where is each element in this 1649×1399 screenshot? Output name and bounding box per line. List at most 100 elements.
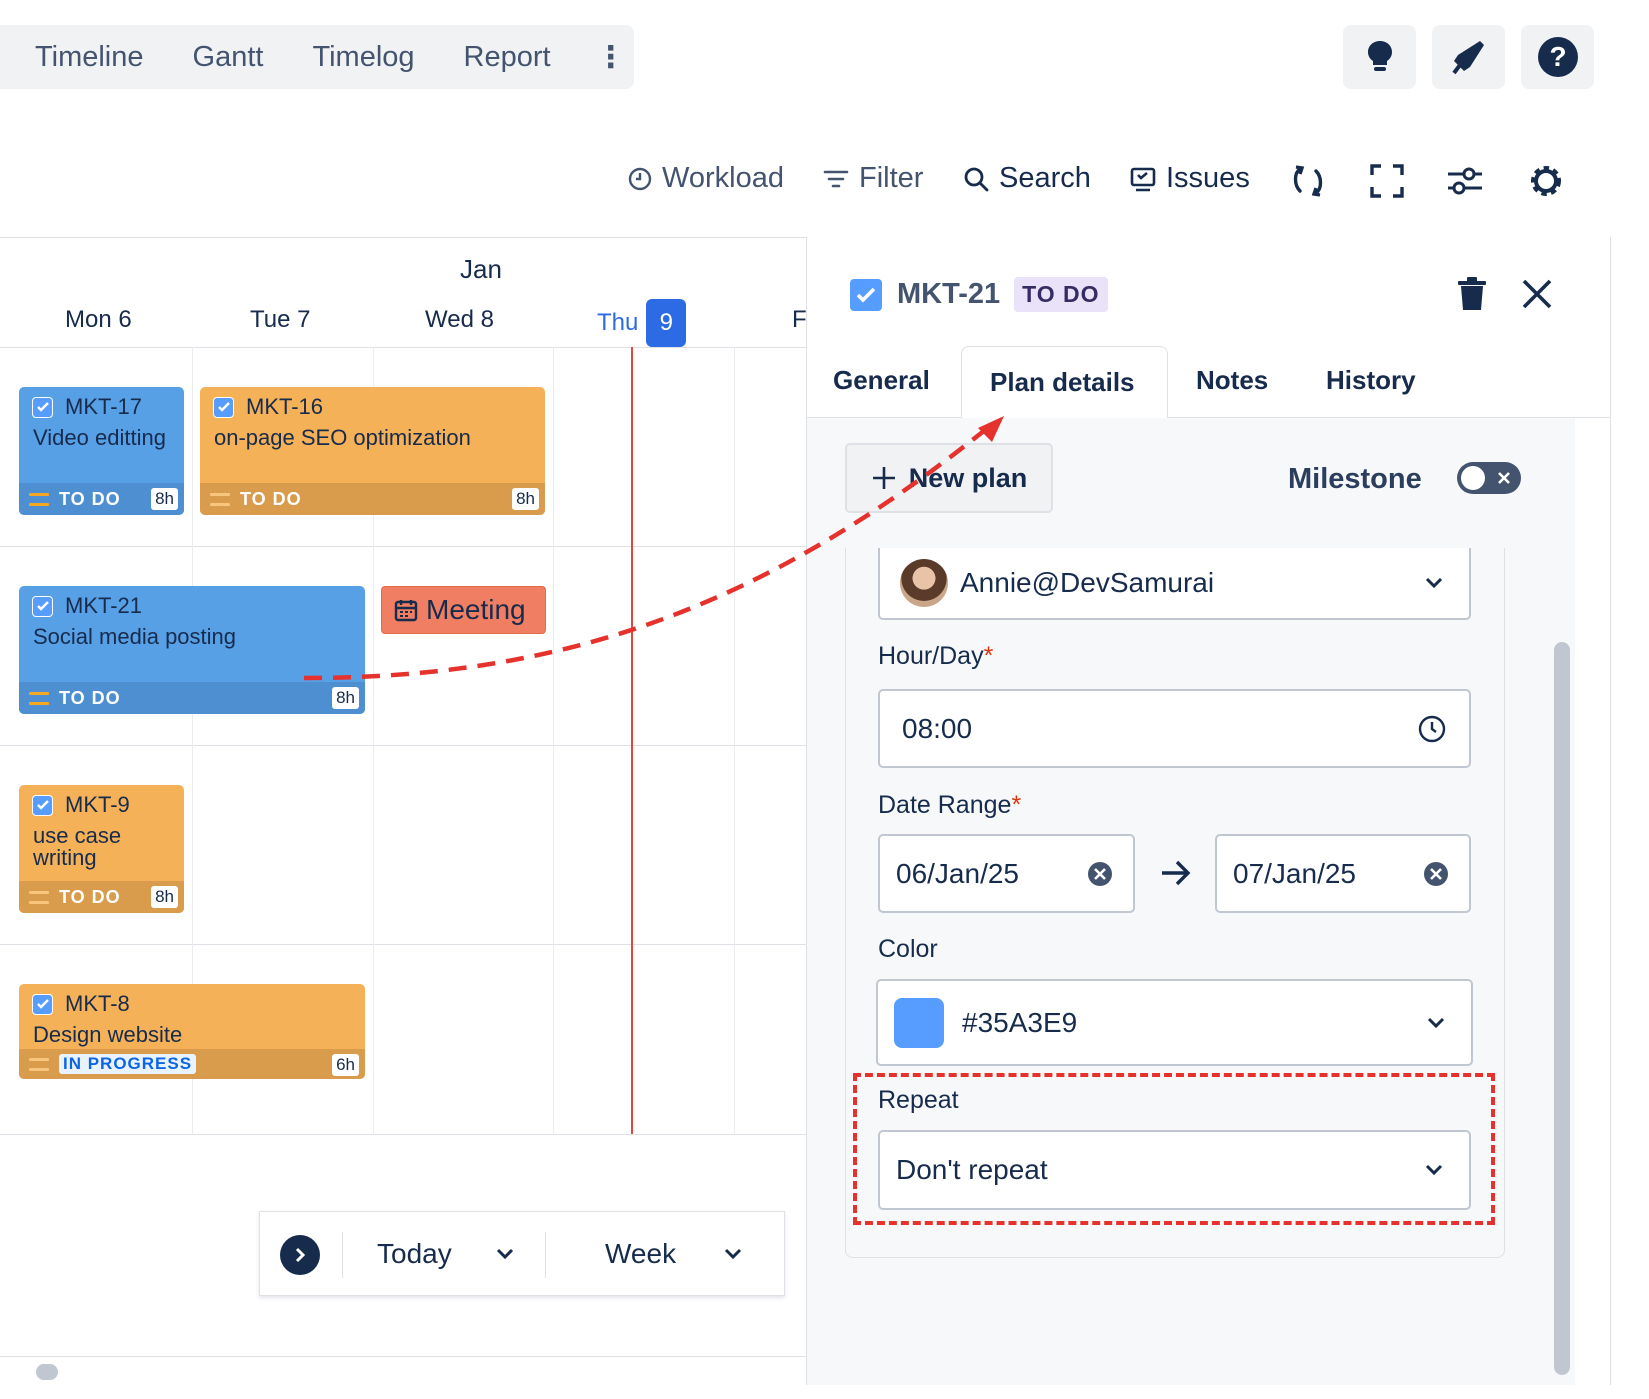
current-time-line: [631, 347, 633, 1134]
priority-icon: [29, 1057, 49, 1071]
sliders-icon: [1448, 167, 1482, 195]
date-start-input[interactable]: 06/Jan/25: [878, 834, 1135, 913]
view-dropdown[interactable]: Week: [605, 1234, 742, 1274]
help-icon: ?: [1537, 37, 1578, 77]
tab-general[interactable]: General: [833, 365, 930, 396]
checkbox-icon: [32, 794, 53, 816]
announcement-button[interactable]: [1432, 25, 1505, 89]
trash-icon: [1458, 277, 1486, 310]
vertical-scrollbar[interactable]: [1554, 642, 1570, 1375]
tab-timeline[interactable]: Timeline: [35, 41, 144, 74]
hour-day-label: Hour/Day*: [878, 642, 994, 670]
color-swatch: [894, 997, 944, 1048]
filter-icon: [823, 170, 849, 187]
chevron-down-icon: [1425, 577, 1443, 589]
filter-label: Filter: [859, 162, 924, 194]
refresh-button[interactable]: [1290, 163, 1326, 204]
tab-gantt[interactable]: Gantt: [193, 41, 264, 74]
task-card-mkt-21[interactable]: MKT-21 Social media posting TO DO 8h: [19, 586, 365, 714]
task-card-mkt-8[interactable]: MKT-8 Design website IN PROGRESS 6h: [19, 984, 365, 1079]
toggle-knob: [1461, 466, 1485, 490]
tab-history[interactable]: History: [1326, 365, 1416, 396]
chevron-down-icon: [1427, 1017, 1445, 1028]
tab-plan-details[interactable]: Plan details: [990, 367, 1135, 398]
new-plan-button[interactable]: New plan: [845, 443, 1053, 513]
date-end-input[interactable]: 07/Jan/25: [1215, 834, 1471, 913]
help-button[interactable]: ?: [1521, 25, 1594, 89]
day-header-mon: Mon 6: [65, 306, 132, 333]
fullscreen-icon: [1370, 164, 1404, 198]
meeting-event[interactable]: Meeting: [381, 586, 546, 634]
calendar-top-border: [0, 237, 810, 238]
plus-icon: [872, 467, 895, 489]
settings-button[interactable]: [1527, 162, 1565, 205]
clear-icon[interactable]: [1087, 861, 1113, 887]
issues-button[interactable]: Issues: [1130, 162, 1250, 195]
task-card-mkt-16[interactable]: MKT-16 on-page SEO optimization TO DO 8h: [200, 387, 545, 515]
month-label: Jan: [460, 254, 502, 284]
lightbulb-icon: [1367, 41, 1392, 71]
priority-icon: [29, 890, 49, 904]
lightbulb-button[interactable]: [1343, 25, 1416, 89]
checkbox-icon: [32, 396, 53, 418]
tab-timelog[interactable]: Timelog: [312, 41, 414, 74]
arrow-right-icon: [1162, 860, 1191, 886]
calendar-icon: [394, 600, 418, 622]
refresh-icon: [1293, 165, 1323, 197]
close-button[interactable]: [1521, 278, 1553, 315]
tab-notes[interactable]: Notes: [1196, 365, 1268, 396]
avatar: [900, 559, 948, 607]
workload-button[interactable]: Workload: [628, 162, 784, 195]
color-label: Color: [878, 935, 938, 963]
checkbox-icon: [32, 595, 53, 617]
priority-icon: [29, 492, 49, 506]
fullscreen-button[interactable]: [1370, 164, 1404, 203]
checkbox-icon: [849, 277, 883, 312]
checkbox-icon: [213, 396, 234, 418]
chevron-right-icon: [295, 1247, 306, 1263]
clear-icon[interactable]: [1423, 861, 1449, 887]
today-dropdown[interactable]: Today: [377, 1234, 514, 1274]
issues-label: Issues: [1166, 162, 1250, 194]
milestone-label: Milestone: [1288, 463, 1422, 495]
settings-sliders-button[interactable]: [1446, 166, 1484, 201]
issue-key[interactable]: MKT-21: [897, 278, 1000, 311]
day-header-wed: Wed 8: [425, 306, 494, 333]
filter-button[interactable]: Filter: [823, 162, 923, 195]
date-range-label: Date Range*: [878, 791, 1022, 819]
repeat-highlight: [853, 1073, 1495, 1225]
day-header-thu: Thu 9: [597, 299, 687, 347]
view-tabs: Timeline Gantt Timelog Report ⋮: [0, 25, 634, 89]
close-icon: [1522, 279, 1552, 309]
gear-icon: [1531, 166, 1561, 196]
today-badge: 9: [646, 299, 687, 347]
task-card-mkt-9[interactable]: MKT-9 use case writing TO DO 8h: [19, 785, 184, 913]
clock-icon: [1418, 715, 1446, 742]
search-button[interactable]: Search: [963, 162, 1091, 195]
horizontal-scrollbar[interactable]: [36, 1364, 58, 1380]
workload-label: Workload: [662, 162, 784, 194]
tab-report[interactable]: Report: [464, 41, 551, 74]
milestone-toggle[interactable]: [1457, 462, 1521, 494]
clock-icon: [628, 167, 652, 190]
close-icon: [1498, 472, 1510, 484]
more-icon[interactable]: ⋮: [596, 40, 626, 75]
chevron-down-icon: [725, 1248, 742, 1260]
task-card-mkt-17[interactable]: MKT-17 Video editting TO DO 8h: [19, 387, 184, 515]
day-header-tue: Tue 7: [250, 306, 311, 333]
search-icon: [964, 167, 989, 191]
panel-header: MKT-21 TO DO: [849, 277, 1108, 312]
delete-button[interactable]: [1456, 276, 1488, 317]
search-label: Search: [999, 162, 1091, 194]
megaphone-icon: [1451, 41, 1484, 75]
day-header-fri: F: [792, 306, 807, 333]
date-navigator: Today Week: [259, 1211, 785, 1296]
assignee-select[interactable]: Annie@DevSamurai: [878, 548, 1471, 620]
color-select[interactable]: #35A3E9: [876, 979, 1473, 1066]
priority-icon: [210, 492, 230, 506]
next-button[interactable]: [280, 1235, 320, 1275]
svg-text:?: ?: [1549, 41, 1566, 72]
hour-day-input[interactable]: 08:00: [878, 689, 1471, 768]
status-badge[interactable]: TO DO: [1014, 277, 1108, 312]
priority-icon: [29, 691, 49, 705]
